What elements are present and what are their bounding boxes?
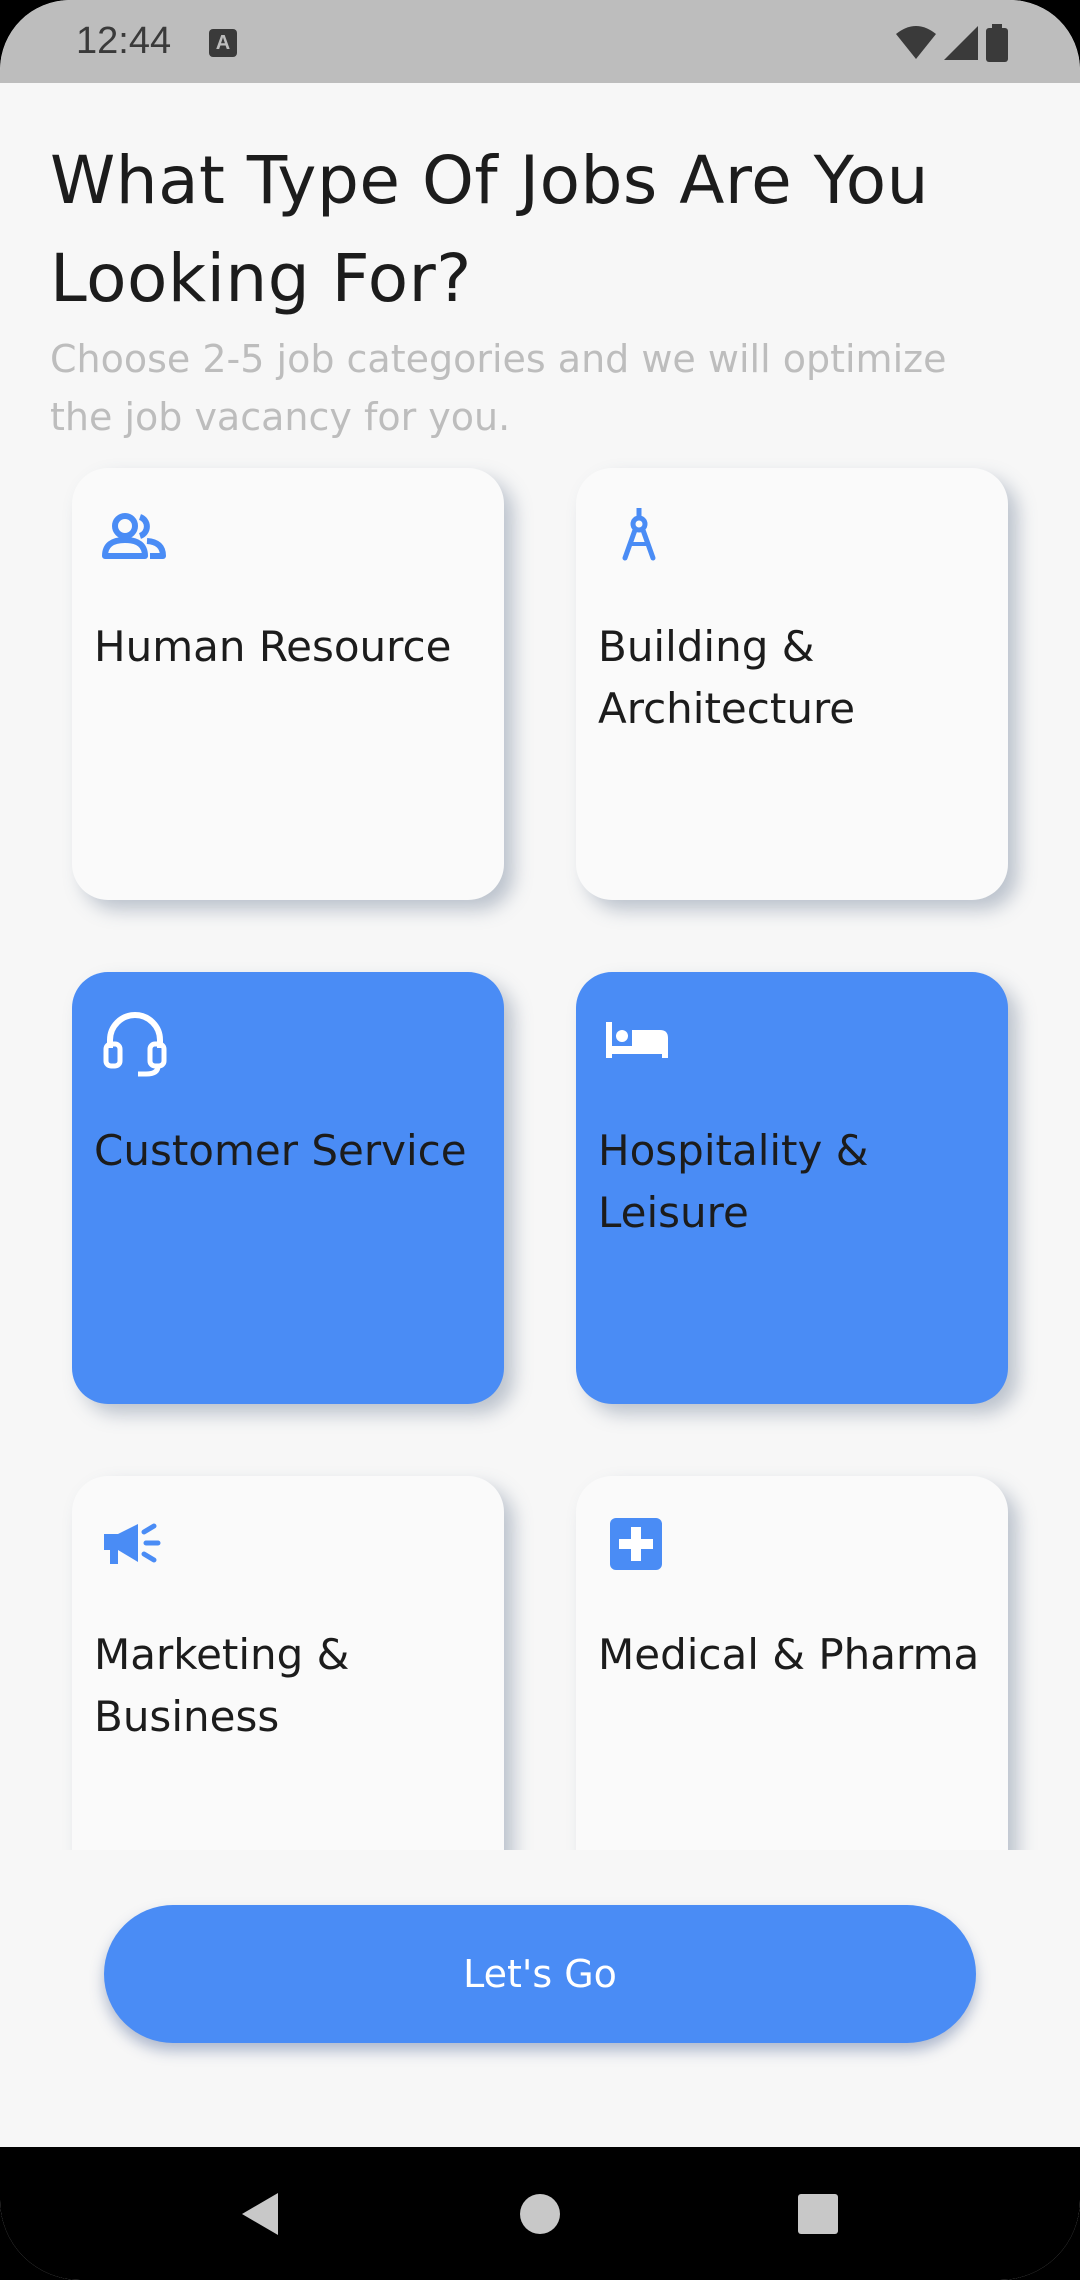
people-icon: [102, 513, 166, 559]
status-time: 12:44: [76, 20, 172, 62]
page-title: What Type Of Jobs Are You Looking For?: [50, 142, 929, 317]
category-label: Medical & Pharma: [598, 1630, 980, 1679]
home-icon: [520, 2193, 560, 2234]
category-card-medical-pharma[interactable]: Medical & Pharma: [576, 1476, 1008, 1850]
home-button[interactable]: [480, 2147, 600, 2280]
category-label: Human Resource: [94, 622, 452, 671]
navigation-bar: [0, 2147, 1080, 2280]
category-grid: Human Resource Building & Architecture C…: [0, 455, 1080, 1850]
recents-icon: [798, 2193, 838, 2234]
category-card-building-architecture[interactable]: Building & Architecture: [576, 468, 1008, 900]
category-label: Marketing & Business: [94, 1630, 350, 1741]
bed-icon: [606, 1022, 668, 1058]
lets-go-button[interactable]: Let's Go: [104, 1905, 976, 2043]
battery-icon: [986, 24, 1008, 62]
status-bar: 12:44 A: [0, 0, 1080, 83]
category-card-customer-service[interactable]: Customer Service: [72, 972, 504, 1404]
app-screen: 12:44 A What Type Of Jobs Are You Lookin…: [0, 0, 1080, 2280]
category-label: Hospitality & Leisure: [598, 1126, 869, 1237]
signal-icon: [944, 26, 978, 60]
status-icons: [896, 24, 1008, 62]
category-card-marketing-business[interactable]: Marketing & Business: [72, 1476, 504, 1850]
page-subtitle: Choose 2-5 job categories and we will op…: [50, 337, 947, 439]
back-icon: [242, 2192, 278, 2235]
megaphone-icon: [104, 1523, 161, 1564]
category-card-hospitality-leisure[interactable]: Hospitality & Leisure: [576, 972, 1008, 1404]
wifi-icon: [896, 26, 936, 59]
category-card-human-resource[interactable]: Human Resource: [72, 468, 504, 900]
headset-icon: [103, 1012, 167, 1077]
compass-icon: [622, 508, 656, 561]
recents-button[interactable]: [758, 2147, 878, 2280]
a-icon: A: [209, 29, 237, 57]
category-label: Customer Service: [94, 1126, 467, 1175]
medical-cross-icon: [610, 1518, 662, 1570]
category-label: Building & Architecture: [598, 622, 856, 733]
back-button[interactable]: [200, 2147, 320, 2280]
